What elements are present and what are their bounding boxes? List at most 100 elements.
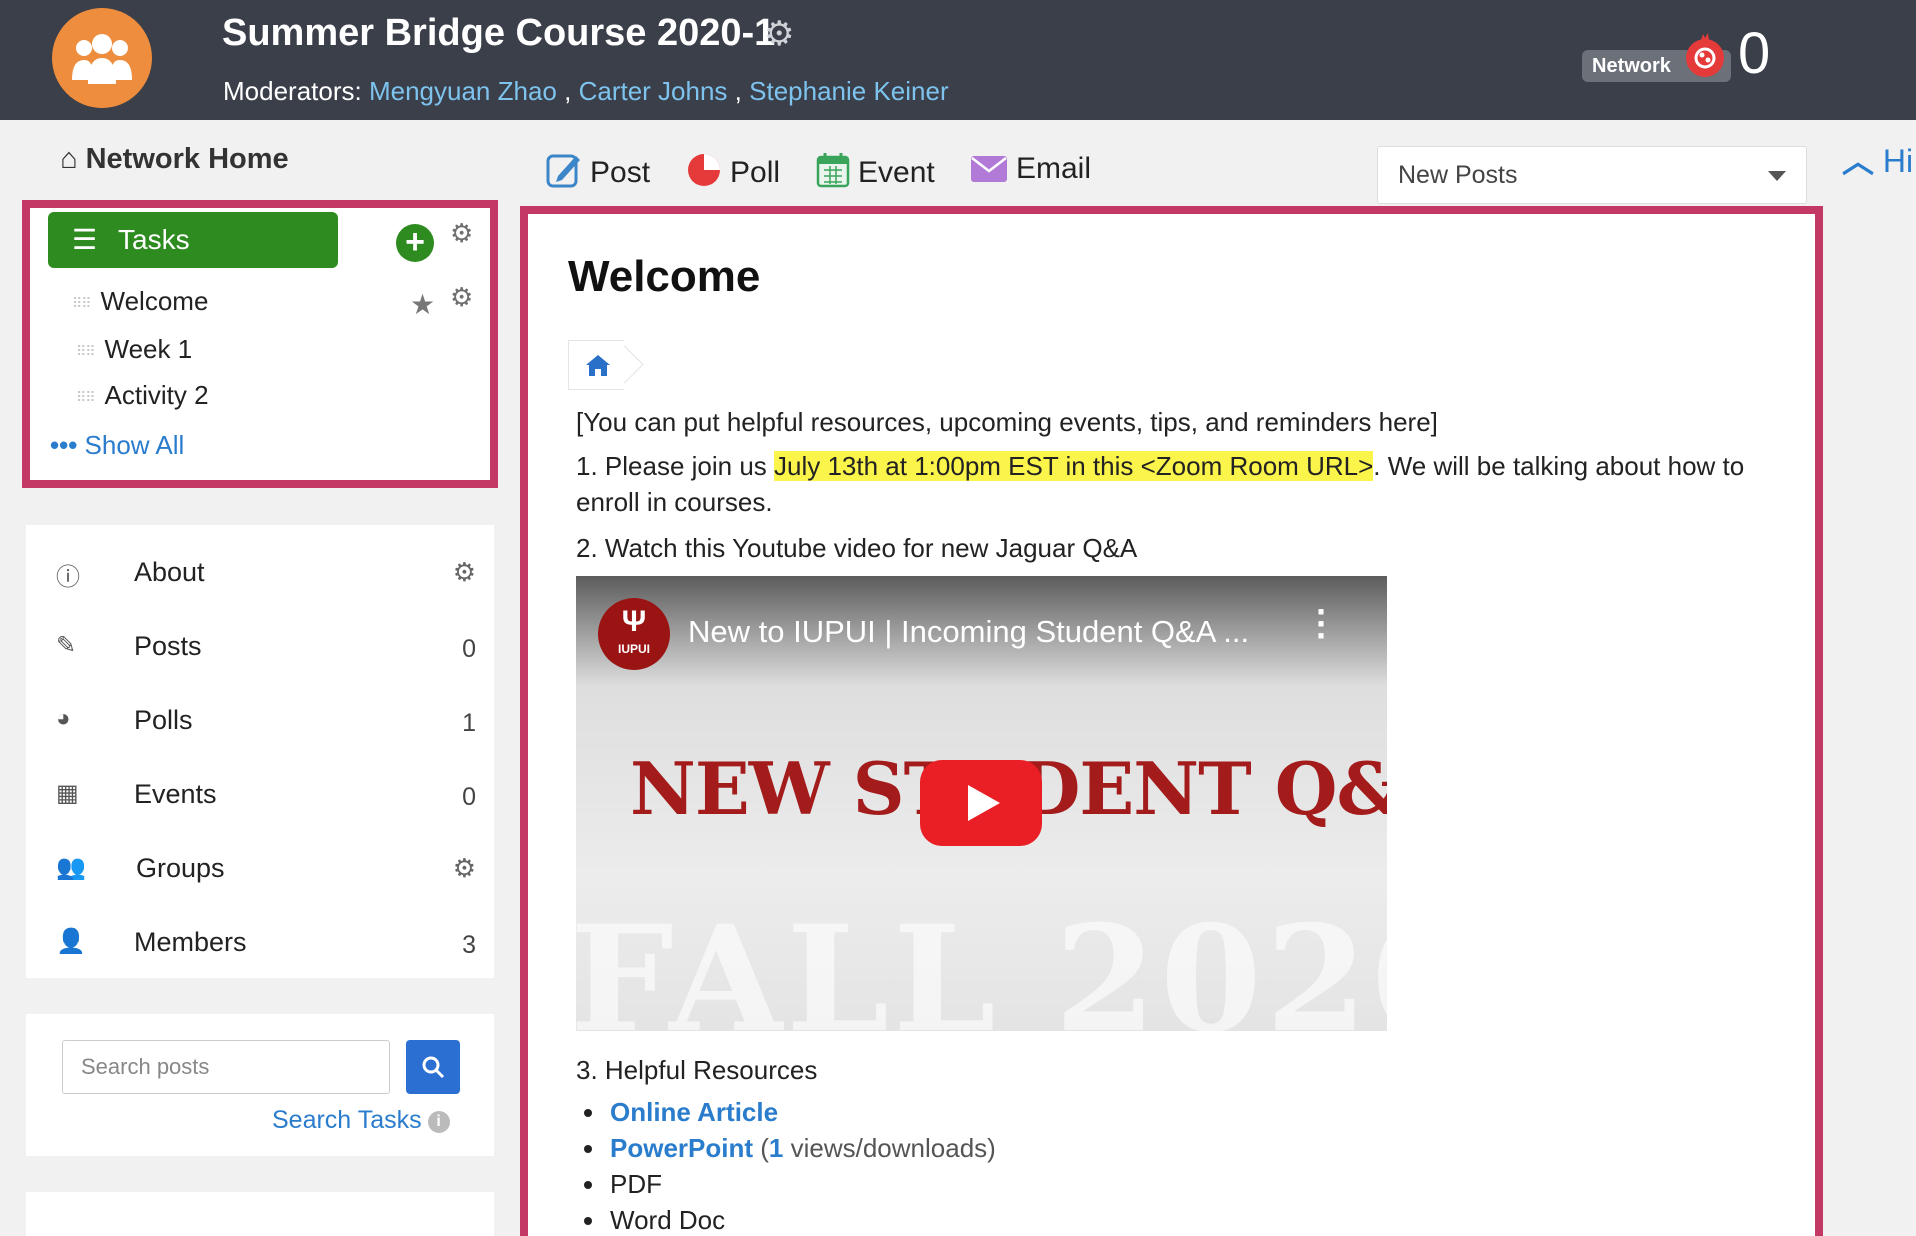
word-doc-item: Word Doc [610, 1205, 726, 1235]
separator: , [734, 76, 742, 106]
compose-email-button[interactable]: Email [970, 152, 1091, 186]
drag-handle-icon[interactable]: ⠿⠿ [72, 295, 91, 312]
menu-item-about[interactable]: ⓘ About ⚙ [56, 555, 476, 595]
video-watermark: FALL 2020 [576, 894, 1387, 1031]
about-settings-gear-icon[interactable]: ⚙ [453, 557, 476, 588]
tasks-label: Tasks [118, 224, 190, 255]
post-item-3: 3. Helpful Resources [576, 1055, 818, 1085]
chevron-up-icon: ︿ [1842, 143, 1875, 179]
menu-label: Polls [134, 705, 193, 735]
item1-highlight: July 13th at 1:00pm EST in this <Zoom Ro… [774, 451, 1374, 481]
menu-label: About [134, 557, 205, 587]
task-label: Welcome [100, 286, 209, 316]
groups-icon: 👥 [56, 854, 86, 881]
show-all-label: Show All [84, 430, 185, 460]
add-task-plus-icon[interactable]: + [396, 224, 434, 262]
poll-icon [688, 154, 720, 186]
menu-label: Posts [134, 631, 202, 661]
list-item: Word Doc [584, 1202, 996, 1236]
search-tasks-label: Search Tasks [272, 1106, 422, 1134]
menu-count: 3 [462, 931, 476, 959]
info-icon[interactable]: i [427, 1111, 450, 1133]
poll-icon: ◕ [56, 705, 71, 732]
groups-settings-gear-icon[interactable]: ⚙ [453, 853, 476, 884]
home-icon [586, 355, 610, 376]
sidebar-next-panel [26, 1192, 494, 1236]
online-article-link[interactable]: Online Article [610, 1097, 778, 1127]
trident-logo-icon: Ψ [621, 605, 647, 638]
item1-prefix: 1. Please join us [576, 451, 775, 481]
drag-handle-icon[interactable]: ⠿⠿ [76, 343, 95, 360]
search-icon [422, 1056, 445, 1079]
hide-sidebar-link[interactable]: ︿ Hi [1842, 136, 1913, 182]
post-intro: [You can put helpful resources, upcoming… [576, 407, 1438, 437]
drag-handle-icon[interactable]: ⠿⠿ [76, 389, 95, 406]
home-icon: ⌂ [60, 143, 78, 175]
youtube-video-embed[interactable]: Ψ IUPUI New to IUPUI | Incoming Student … [576, 576, 1387, 1031]
tasks-settings-gear-icon[interactable]: ⚙ [450, 218, 473, 249]
post-title: Welcome [568, 252, 761, 301]
moderator-link-1[interactable]: Mengyuan Zhao [369, 76, 557, 106]
search-tasks-link[interactable]: Search Tasks i [272, 1106, 450, 1135]
compose-post-button[interactable]: Post [546, 152, 650, 190]
list-item: PDF [584, 1166, 996, 1202]
network-count: 0 [1738, 21, 1771, 86]
menu-item-members[interactable]: 👤 Members 3 [56, 925, 476, 965]
task-item-activity-2[interactable]: ⠿⠿ Activity 2 [76, 380, 209, 411]
post-item-1-line2: enroll in courses. [576, 487, 773, 517]
moderator-link-2[interactable]: Carter Johns [579, 76, 728, 106]
post-sort-dropdown[interactable]: New Posts [1377, 146, 1807, 204]
breadcrumb-home[interactable] [568, 340, 624, 390]
more-options-icon[interactable]: · · · [1316, 594, 1328, 654]
show-all-link[interactable]: ••• Show All [50, 430, 184, 461]
separator: , [564, 76, 572, 106]
tasks-panel: ☰ Tasks + ⚙ ⠿⠿ Welcome ★ ⚙ ⠿⠿ Week 1 ⠿⠿ Acti… [22, 200, 498, 488]
info-icon: ⓘ [56, 564, 80, 591]
caret-down-icon [1768, 171, 1786, 181]
search-button[interactable] [406, 1040, 460, 1094]
task-label: Week 1 [104, 334, 193, 364]
sort-selected-value: New Posts [1398, 161, 1518, 189]
powerpoint-count[interactable]: 1 [769, 1133, 783, 1163]
compose-poll-button[interactable]: Poll [686, 152, 780, 190]
resource-list: Online Article PowerPoint (1 views/downl… [584, 1094, 996, 1236]
powerpoint-link[interactable]: PowerPoint [610, 1133, 753, 1163]
channel-abbr: IUPUI [617, 642, 650, 656]
menu-label: Events [134, 779, 217, 809]
hide-label: Hi [1882, 143, 1914, 179]
play-button-icon[interactable] [920, 760, 1042, 846]
pomegranate-icon[interactable] [1684, 32, 1726, 78]
email-icon [971, 156, 1007, 182]
task-label: Activity 2 [104, 380, 209, 410]
task-item-week-1[interactable]: ⠿⠿ Week 1 [76, 334, 192, 365]
welcome-post-panel: Welcome [You can put helpful resources, … [520, 206, 1823, 1236]
network-menu: ⓘ About ⚙ ✎ Posts 0 ◕ Polls 1 ▦ Events 0… [26, 525, 494, 978]
tasks-button[interactable]: ☰ Tasks [48, 212, 338, 268]
post-item-1: 1. Please join us July 13th at 1:00pm ES… [576, 448, 1796, 484]
menu-label: Groups [136, 853, 225, 883]
task-settings-gear-icon[interactable]: ⚙ [450, 282, 473, 313]
menu-item-events[interactable]: ▦ Events 0 [56, 777, 476, 817]
post-label: Post [590, 156, 651, 189]
course-settings-gear-icon[interactable]: ⚙ [764, 14, 794, 54]
channel-avatar[interactable]: Ψ IUPUI [598, 598, 670, 670]
list-item: Online Article [584, 1094, 996, 1130]
moderators-line: Moderators: Mengyuan Zhao , Carter Johns… [223, 76, 949, 107]
menu-item-polls[interactable]: ◕ Polls 1 [56, 703, 476, 743]
list-icon: ☰ [72, 224, 98, 255]
course-title: Summer Bridge Course 2020-1 [222, 12, 776, 54]
compose-event-button[interactable]: Event [816, 152, 935, 190]
search-posts-input[interactable] [62, 1040, 390, 1094]
powerpoint-views-label: views/downloads) [783, 1133, 996, 1163]
menu-item-posts[interactable]: ✎ Posts 0 [56, 629, 476, 669]
task-item-welcome[interactable]: ⠿⠿ Welcome [72, 286, 208, 317]
video-title[interactable]: New to IUPUI | Incoming Student Q&A ... [688, 614, 1249, 650]
calendar-icon: ▦ [56, 780, 79, 807]
menu-item-groups[interactable]: 👥 Groups ⚙ [56, 851, 476, 891]
pdf-item: PDF [610, 1169, 662, 1199]
star-icon[interactable]: ★ [410, 288, 435, 321]
top-header: Summer Bridge Course 2020-1 ⚙ Moderators… [0, 0, 1916, 120]
group-logo-icon[interactable] [52, 8, 152, 108]
network-home-link[interactable]: ⌂ Network Home [60, 143, 289, 176]
moderator-link-3[interactable]: Stephanie Keiner [749, 76, 948, 106]
